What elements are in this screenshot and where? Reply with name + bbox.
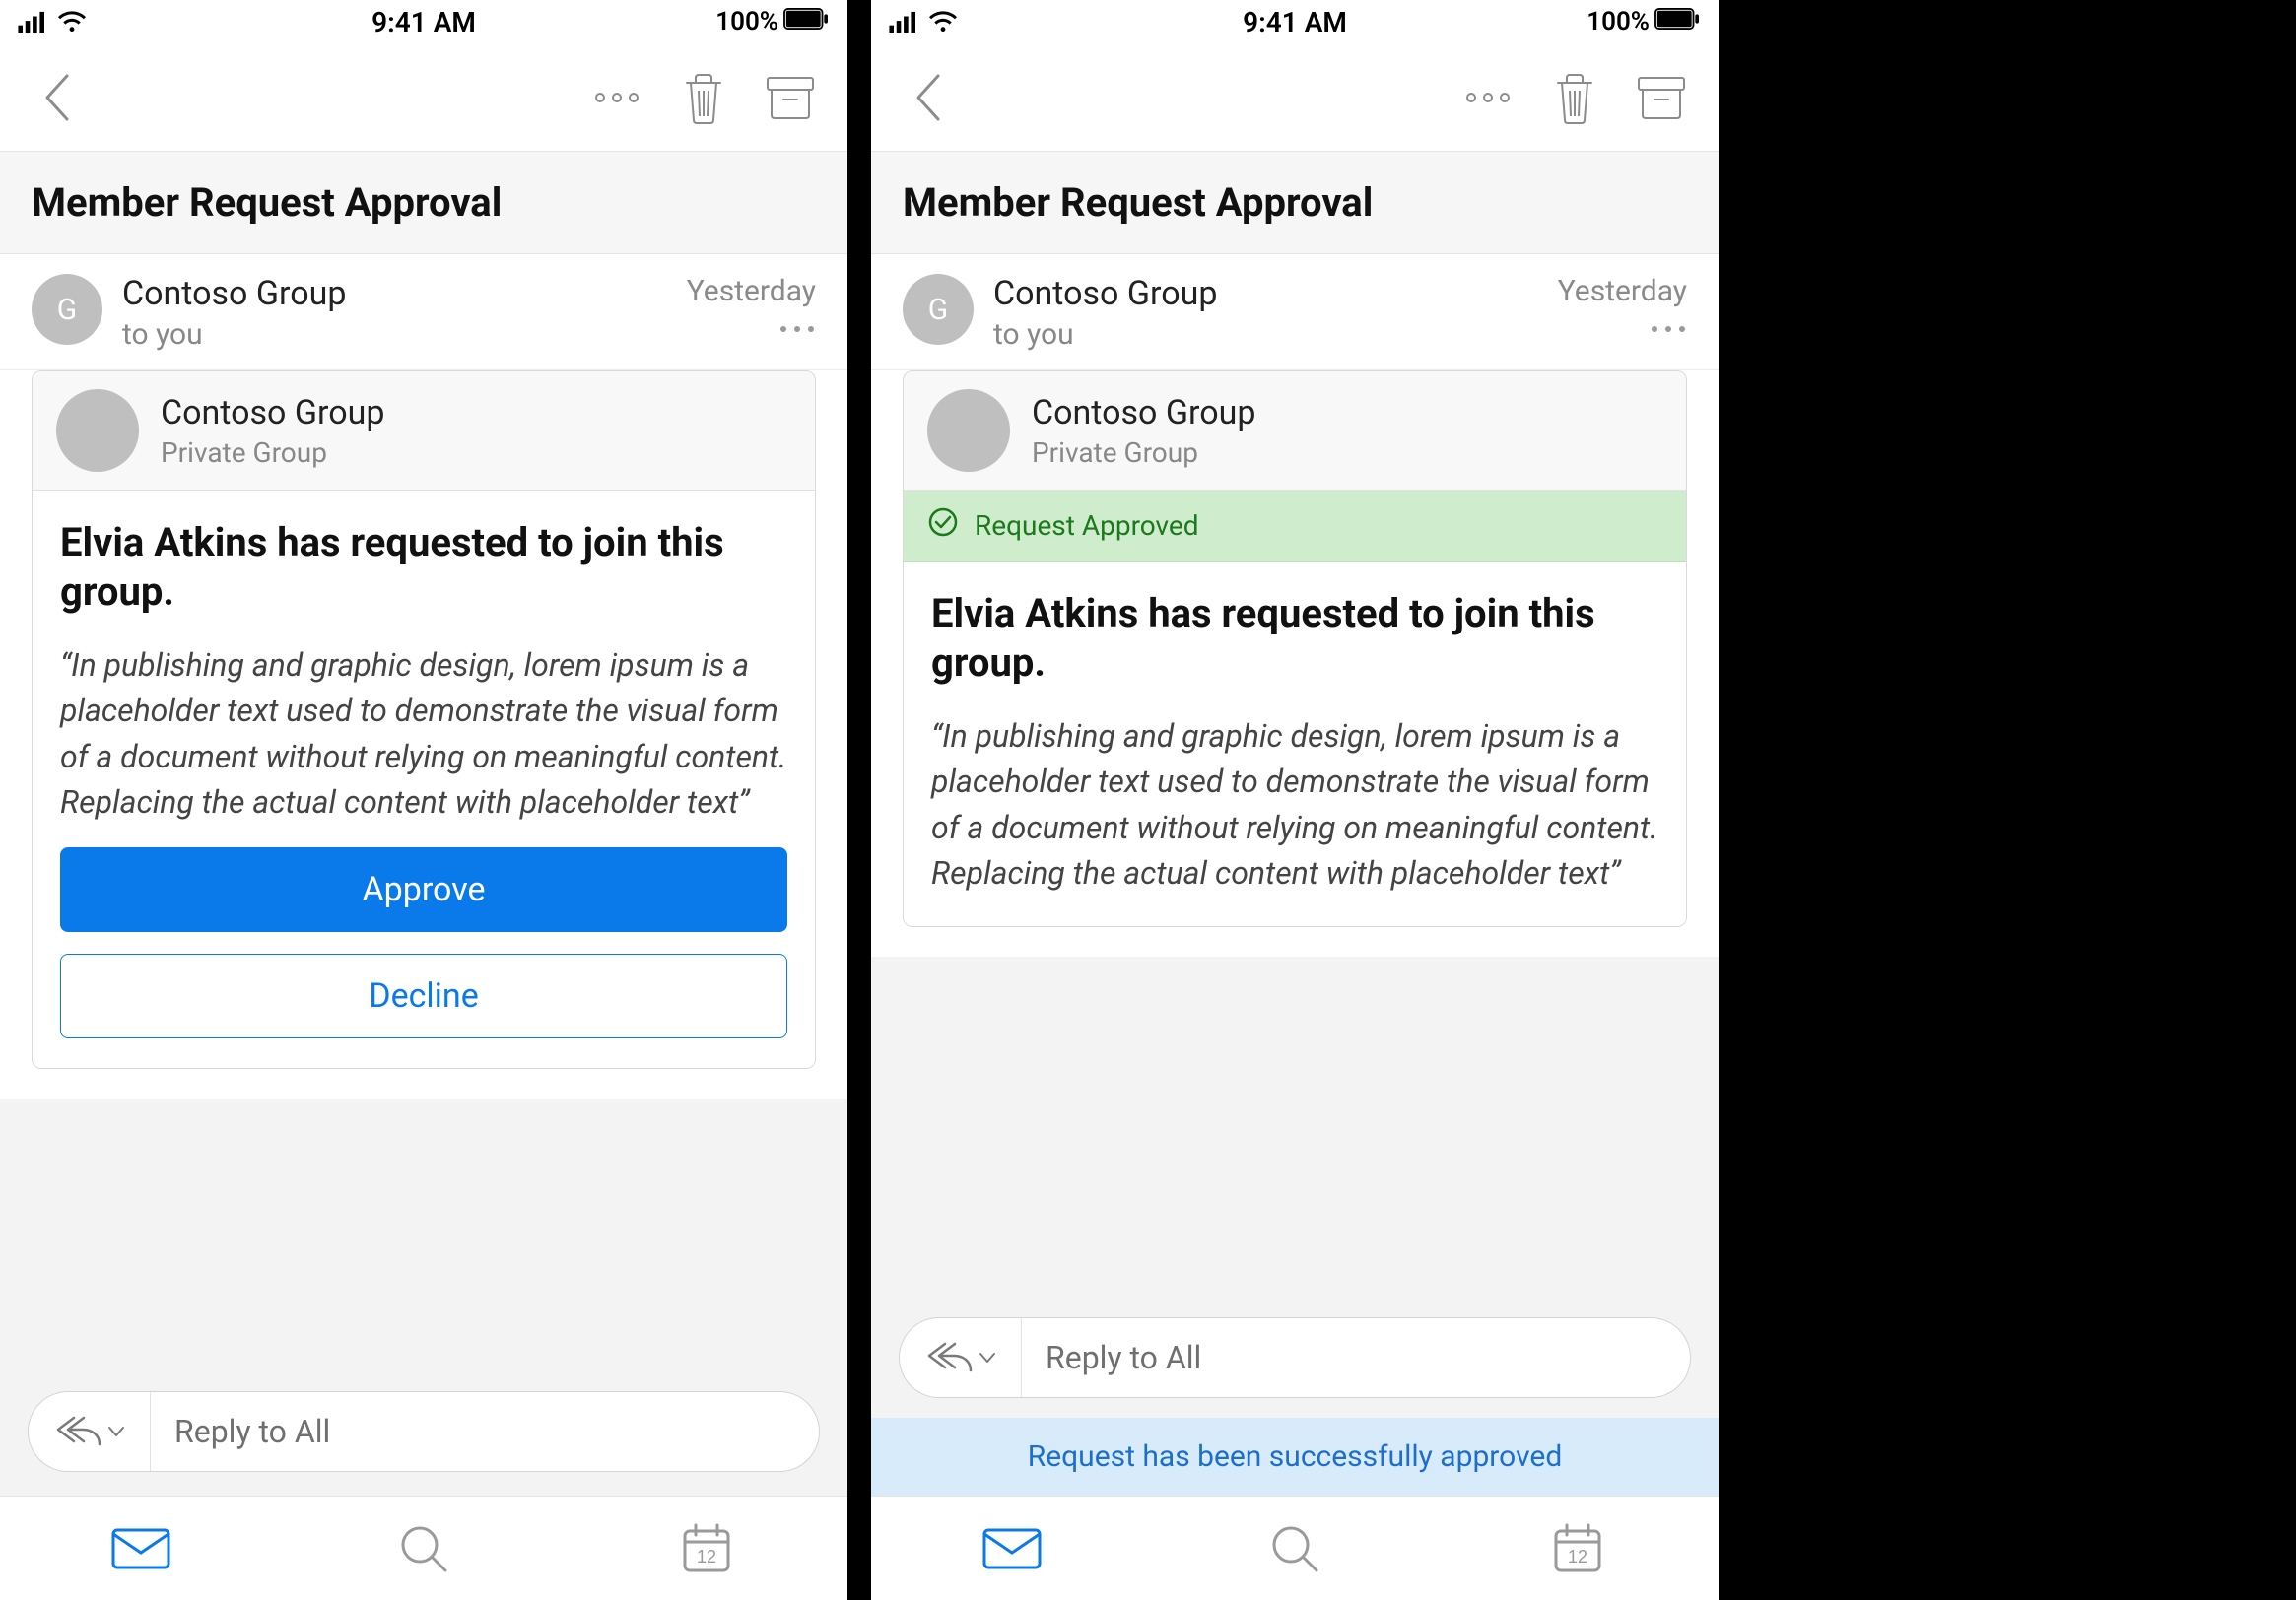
back-button[interactable] [30, 70, 85, 125]
success-toast: Request has been successfully approved [871, 1418, 1719, 1496]
subject-text: Member Request Approval [32, 179, 816, 226]
request-card: Contoso Group Private Group Elvia Atkins… [32, 370, 816, 1069]
wifi-icon [57, 11, 87, 33]
tab-search[interactable] [384, 1519, 463, 1578]
chevron-down-icon[interactable] [979, 1349, 996, 1367]
more-button[interactable] [1460, 70, 1516, 125]
signal-icon [18, 11, 49, 33]
back-button[interactable] [901, 70, 956, 125]
status-bar: 9:41 AM 100% [871, 0, 1719, 43]
group-subtitle: Private Group [161, 436, 384, 469]
sender-name[interactable]: Contoso Group [122, 274, 667, 313]
request-card: Contoso Group Private Group Request Appr… [903, 370, 1687, 927]
message-more-icon[interactable] [1650, 322, 1687, 334]
battery-icon [1654, 7, 1701, 36]
check-circle-icon [927, 506, 959, 545]
more-button[interactable] [589, 70, 644, 125]
card-header: Contoso Group Private Group [33, 371, 815, 491]
sender-row: G Contoso Group to you Yesterday [871, 254, 1719, 370]
tab-mail[interactable] [101, 1519, 180, 1578]
sender-recipients: to you [122, 317, 667, 352]
sender-name[interactable]: Contoso Group [993, 274, 1538, 313]
request-title: Elvia Atkins has requested to join this … [931, 589, 1658, 688]
subject-row: Member Request Approval [871, 152, 1719, 254]
reply-input[interactable]: Reply to All [1022, 1339, 1690, 1376]
battery-icon [782, 7, 830, 36]
status-bar: 9:41 AM 100% [0, 0, 847, 43]
approve-button[interactable]: Approve [60, 847, 787, 932]
tab-calendar[interactable]: 12 [1538, 1519, 1617, 1578]
battery-percent: 100% [715, 7, 778, 36]
battery-percent: 100% [1587, 7, 1650, 36]
sender-date: Yesterday [687, 274, 816, 308]
subject-text: Member Request Approval [903, 179, 1687, 226]
status-time: 9:41 AM [1243, 6, 1347, 38]
approved-status-text: Request Approved [975, 509, 1199, 542]
group-avatar [927, 389, 1010, 472]
chevron-down-icon[interactable] [107, 1423, 125, 1441]
delete-button[interactable] [676, 70, 731, 125]
sender-date: Yesterday [1558, 274, 1687, 308]
request-quote: “In publishing and graphic design, lorem… [931, 713, 1658, 897]
nav-header [0, 43, 847, 152]
tab-bar: 12 [871, 1496, 1719, 1600]
archive-button[interactable] [763, 70, 818, 125]
reply-bar[interactable]: Reply to All [28, 1391, 820, 1472]
reply-all-icon[interactable] [54, 1413, 101, 1450]
phone-screen-after: 9:41 AM 100% [871, 0, 1719, 1600]
archive-button[interactable] [1634, 70, 1689, 125]
request-title: Elvia Atkins has requested to join this … [60, 518, 787, 617]
tab-bar: 12 [0, 1496, 847, 1600]
signal-icon [889, 11, 920, 33]
sender-avatar: G [903, 274, 974, 345]
svg-text:12: 12 [1568, 1547, 1587, 1567]
reply-input[interactable]: Reply to All [151, 1413, 819, 1450]
group-avatar [56, 389, 139, 472]
request-quote: “In publishing and graphic design, lorem… [60, 642, 787, 826]
group-name: Contoso Group [1032, 393, 1255, 433]
card-header: Contoso Group Private Group [904, 371, 1686, 491]
reply-all-icon[interactable] [925, 1339, 973, 1376]
tab-mail[interactable] [973, 1519, 1051, 1578]
svg-text:12: 12 [697, 1547, 716, 1567]
sender-row: G Contoso Group to you Yesterday [0, 254, 847, 370]
status-time: 9:41 AM [371, 6, 476, 38]
tab-calendar[interactable]: 12 [667, 1519, 746, 1578]
reply-bar[interactable]: Reply to All [899, 1317, 1691, 1398]
subject-row: Member Request Approval [0, 152, 847, 254]
wifi-icon [928, 11, 958, 33]
group-subtitle: Private Group [1032, 436, 1255, 469]
phone-screen-before: 9:41 AM 100% [0, 0, 847, 1600]
delete-button[interactable] [1547, 70, 1602, 125]
message-more-icon[interactable] [778, 322, 816, 334]
group-name: Contoso Group [161, 393, 384, 433]
approved-status: Request Approved [904, 491, 1686, 562]
tab-search[interactable] [1255, 1519, 1334, 1578]
nav-header [871, 43, 1719, 152]
decline-button[interactable]: Decline [60, 954, 787, 1038]
sender-avatar: G [32, 274, 102, 345]
sender-recipients: to you [993, 317, 1538, 352]
